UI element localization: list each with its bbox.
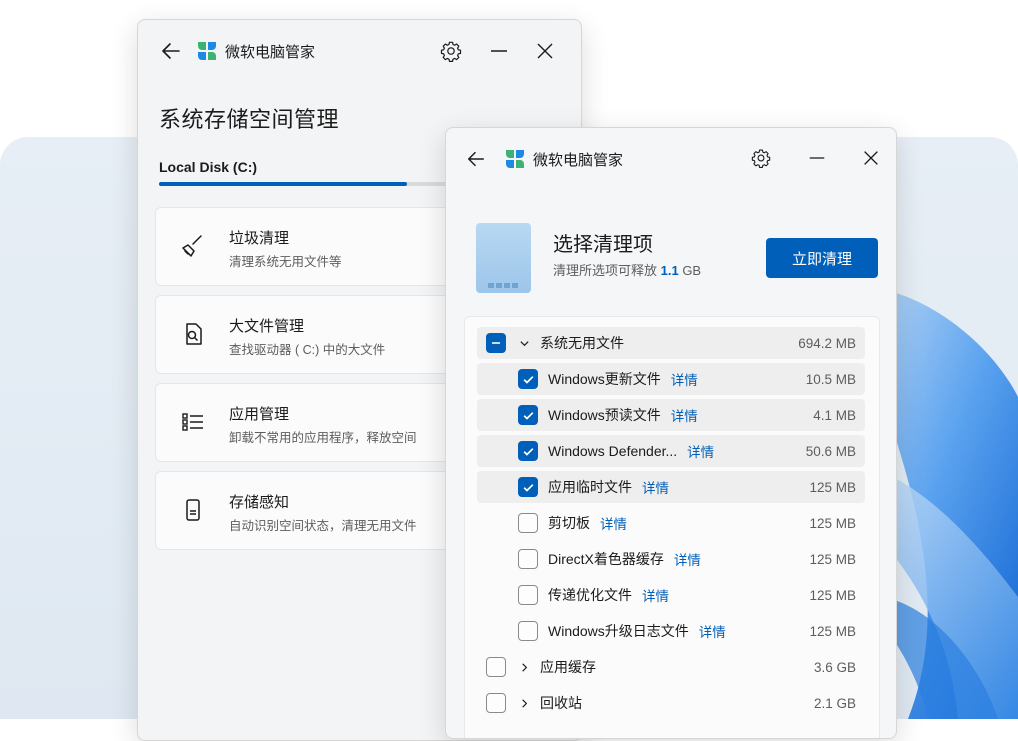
- card-subtitle: 查找驱动器 ( C:) 中的大文件: [229, 343, 386, 357]
- details-link[interactable]: 详情: [699, 621, 726, 641]
- app-logo-icon: [504, 148, 526, 170]
- back-arrow-icon[interactable]: [160, 40, 182, 62]
- item-size: 50.6 MB: [805, 443, 856, 459]
- item-name: 剪切板: [548, 515, 590, 531]
- item-size: 125 MB: [809, 623, 856, 639]
- minimize-icon[interactable]: [488, 40, 510, 62]
- group-name: 应用缓存: [540, 659, 596, 675]
- storage-sense-icon: [179, 496, 207, 524]
- item-checkbox-unchecked[interactable]: [518, 513, 538, 533]
- item-name: 传递优化文件: [548, 587, 632, 603]
- item-checkbox-checked[interactable]: [518, 477, 538, 497]
- page-title: 系统存储空间管理: [159, 107, 340, 132]
- item-size: 4.1 MB: [813, 407, 856, 423]
- item-row[interactable]: Windows Defender... 详情 50.6 MB: [477, 435, 865, 467]
- item-size: 125 MB: [809, 479, 856, 495]
- file-search-icon: [179, 320, 207, 348]
- broom-icon: [179, 232, 207, 260]
- settings-gear-icon[interactable]: [751, 148, 771, 168]
- drive-icon: [476, 223, 531, 293]
- card-title: 应用管理: [229, 406, 290, 423]
- card-title: 垃圾清理: [229, 230, 290, 247]
- item-row[interactable]: Windows更新文件 详情 10.5 MB: [477, 363, 865, 395]
- list-icon: [179, 408, 207, 436]
- item-name: DirectX着色器缓存: [548, 551, 664, 567]
- card-subtitle: 自动识别空间状态，清理无用文件: [229, 519, 417, 533]
- item-checkbox-unchecked[interactable]: [518, 585, 538, 605]
- details-link[interactable]: 详情: [642, 477, 669, 497]
- item-row[interactable]: DirectX着色器缓存 详情 125 MB: [477, 543, 865, 575]
- reclaimable-amount: 1.1: [660, 263, 679, 278]
- chevron-right-icon[interactable]: [518, 662, 530, 673]
- disk-label: Local Disk (C:): [159, 159, 258, 175]
- group-checkbox-unchecked[interactable]: [486, 657, 506, 677]
- settings-gear-icon[interactable]: [440, 40, 462, 62]
- item-row[interactable]: 传递优化文件 详情 125 MB: [477, 579, 865, 611]
- disk-usage-fill: [159, 182, 407, 186]
- minimize-icon[interactable]: [807, 148, 827, 168]
- back-arrow-icon[interactable]: [466, 149, 486, 169]
- item-row[interactable]: Windows升级日志文件 详情 125 MB: [477, 615, 865, 647]
- details-link[interactable]: 详情: [642, 585, 669, 605]
- item-size: 125 MB: [809, 551, 856, 567]
- item-size: 125 MB: [809, 587, 856, 603]
- details-link[interactable]: 详情: [671, 369, 698, 389]
- item-row[interactable]: 应用临时文件 详情 125 MB: [477, 471, 865, 503]
- item-checkbox-unchecked[interactable]: [518, 621, 538, 641]
- group-row-system-junk[interactable]: 系统无用文件 694.2 MB: [477, 327, 865, 359]
- chevron-right-icon[interactable]: [518, 698, 530, 709]
- card-title: 存储感知: [229, 494, 290, 511]
- group-checkbox-unchecked[interactable]: [486, 693, 506, 713]
- details-link[interactable]: 详情: [687, 441, 714, 461]
- app-logo-icon: [196, 40, 218, 62]
- item-name: Windows升级日志文件: [548, 623, 689, 639]
- item-checkbox-checked[interactable]: [518, 369, 538, 389]
- item-size: 10.5 MB: [805, 371, 856, 387]
- group-name: 回收站: [540, 695, 582, 711]
- group-checkbox-partial[interactable]: [486, 333, 506, 353]
- group-row-app-cache[interactable]: 应用缓存 3.6 GB: [477, 651, 865, 683]
- group-size: 694.2 MB: [798, 335, 856, 351]
- details-link[interactable]: 详情: [674, 549, 701, 569]
- group-size: 3.6 GB: [813, 659, 856, 675]
- clean-now-button[interactable]: 立即清理: [766, 238, 878, 278]
- close-icon[interactable]: [861, 148, 881, 168]
- selection-heading: 选择清理项: [553, 234, 653, 256]
- item-checkbox-checked[interactable]: [518, 441, 538, 461]
- group-size: 2.1 GB: [813, 695, 856, 711]
- item-name: Windows Defender...: [548, 443, 678, 459]
- close-icon[interactable]: [534, 40, 556, 62]
- details-link[interactable]: 详情: [671, 405, 698, 425]
- item-size: 125 MB: [809, 515, 856, 531]
- app-title: 微软电脑管家: [225, 43, 316, 61]
- group-row-recycle-bin[interactable]: 回收站 2.1 GB: [477, 687, 865, 719]
- item-row[interactable]: Windows预读文件 详情 4.1 MB: [477, 399, 865, 431]
- details-link[interactable]: 详情: [600, 513, 627, 533]
- item-row[interactable]: 剪切板 详情 125 MB: [477, 507, 865, 539]
- card-subtitle: 卸载不常用的应用程序，释放空间: [229, 431, 417, 445]
- item-name: Windows预读文件: [548, 407, 661, 423]
- item-checkbox-checked[interactable]: [518, 405, 538, 425]
- item-checkbox-unchecked[interactable]: [518, 549, 538, 569]
- group-name: 系统无用文件: [540, 335, 624, 351]
- item-name: 应用临时文件: [548, 479, 632, 495]
- cleanup-selection-window: 微软电脑管家 选择清理项 清理所选项可释放 1.1 GB 立即清理 系统无用文件…: [445, 127, 897, 739]
- card-title: 大文件管理: [229, 318, 305, 335]
- reclaimable-summary: 清理所选项可释放 1.1 GB: [553, 263, 702, 278]
- chevron-down-icon[interactable]: [518, 338, 530, 349]
- cleanup-item-list: 系统无用文件 694.2 MB Windows更新文件 详情 10.5 MB W…: [464, 316, 880, 738]
- app-title: 微软电脑管家: [533, 151, 624, 169]
- item-name: Windows更新文件: [548, 371, 661, 387]
- card-subtitle: 清理系统无用文件等: [229, 255, 342, 269]
